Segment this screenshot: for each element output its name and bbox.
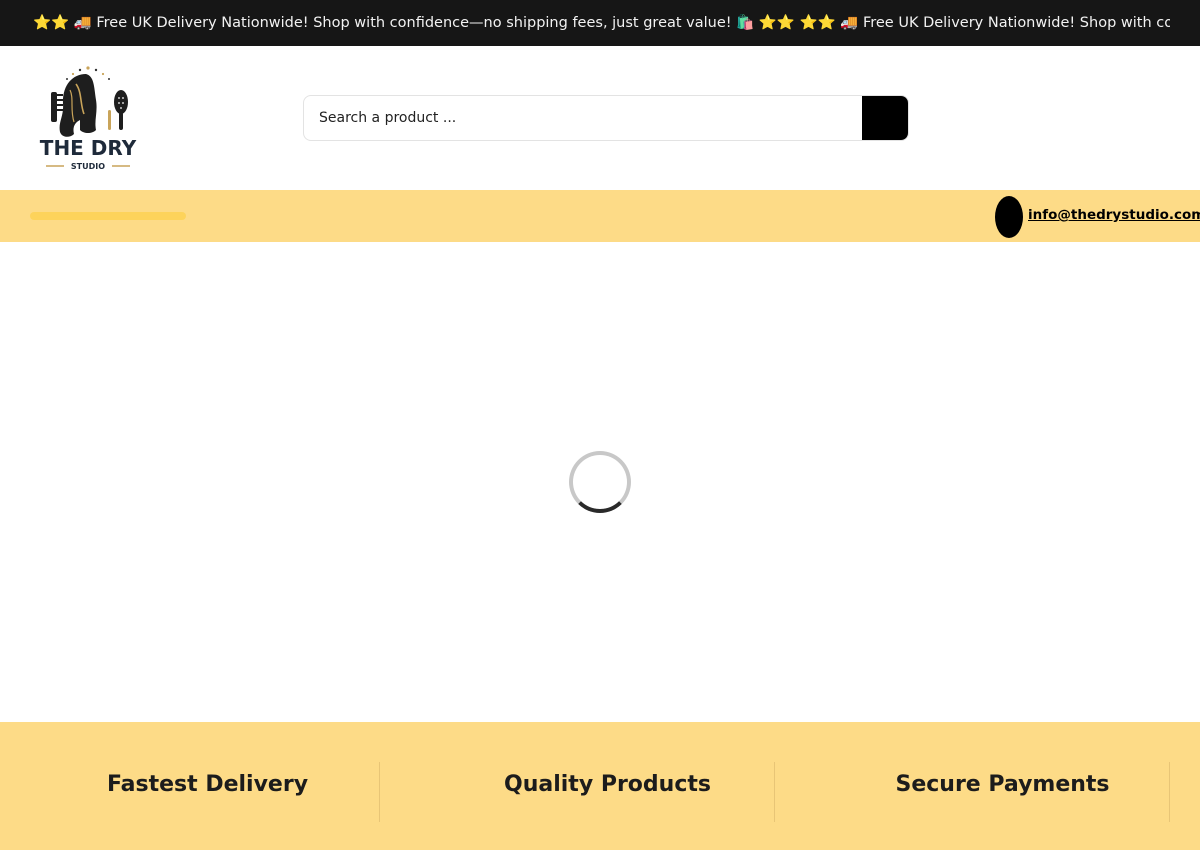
feature-divider: [1169, 762, 1170, 822]
feature-divider: [379, 762, 380, 822]
site-logo[interactable]: THE DRY STUDIO: [36, 64, 140, 172]
feature-title: Quality Products: [504, 772, 711, 797]
svg-text:STUDIO: STUDIO: [71, 162, 105, 171]
feature-quality-products: Quality Products: [410, 762, 805, 822]
search-button[interactable]: [862, 96, 908, 140]
nav-menu-placeholder[interactable]: [30, 212, 186, 220]
announcement-marquee: ⭐⭐ 🚚 Free UK Delivery Nationwide! Shop w…: [0, 0, 1170, 46]
features-bar: Fastest Delivery Quality Products Secure…: [0, 722, 1200, 850]
feature-title: Secure Payments: [895, 772, 1110, 797]
mail-icon: [995, 196, 1023, 238]
logo-graphic: THE DRY STUDIO: [40, 66, 137, 171]
feature-divider: [774, 762, 775, 822]
announcement-text: ⭐⭐ 🚚 Free UK Delivery Nationwide! Shop w…: [33, 15, 1170, 31]
feature-fastest-delivery: Fastest Delivery: [10, 762, 405, 822]
contact-email-link[interactable]: info@thedrystudio.com: [1028, 190, 1200, 240]
loading-spinner: [569, 451, 631, 513]
site-header: THE DRY STUDIO: [0, 46, 1200, 190]
feature-secure-payments: Secure Payments: [805, 762, 1200, 822]
feature-title: Fastest Delivery: [106, 772, 309, 797]
svg-text:THE DRY: THE DRY: [40, 136, 137, 160]
search-input[interactable]: [304, 96, 864, 140]
search-bar: [303, 95, 909, 141]
announcement-bar: ⭐⭐ 🚚 Free UK Delivery Nationwide! Shop w…: [0, 0, 1200, 46]
nav-strip: info@thedrystudio.com: [0, 190, 1200, 242]
